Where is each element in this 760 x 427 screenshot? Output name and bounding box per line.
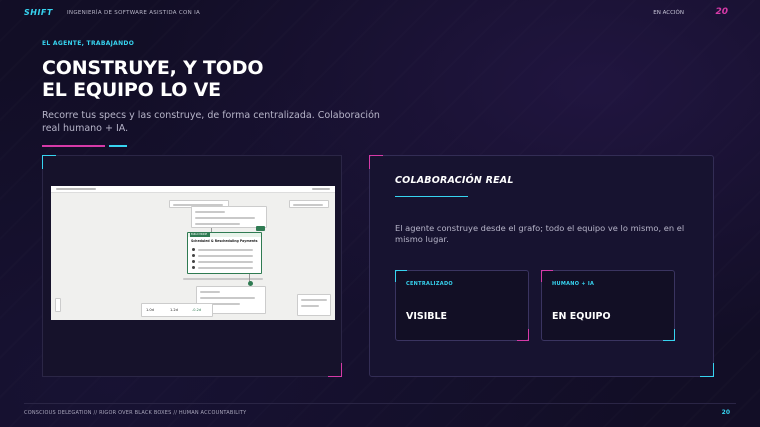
accent-bar-cyan <box>109 145 127 147</box>
task-line <box>198 267 253 269</box>
node-text-line <box>293 204 323 206</box>
corner-accent <box>369 155 383 169</box>
node-text-line <box>200 291 220 293</box>
collaboration-panel: COLABORACIÓN REAL El agente construye de… <box>369 155 714 377</box>
stat-value: -0.2d <box>192 308 202 312</box>
title-line-1: CONSTRUYE, Y TODO <box>42 57 264 79</box>
main-graph-node[interactable]: BUILD MODE Scheduled & Rescheduling Paym… <box>187 232 262 274</box>
brand-logo: SHIFT <box>24 8 53 17</box>
panel-text-line <box>301 305 319 307</box>
footer-text: CONSCIOUS DELEGATION // RIGOR OVER BLACK… <box>24 410 247 416</box>
panel-title-underline <box>395 196 468 197</box>
app-topbar <box>51 186 335 193</box>
meta-placeholder <box>312 188 330 190</box>
page-subtitle: Recorre tus specs y las construye, de fo… <box>42 110 380 134</box>
stats-card: 1.0d 1.2d -0.2d <box>141 303 213 317</box>
stat-value: 1.2d <box>170 308 178 312</box>
node-text-line <box>200 297 255 299</box>
title-line-2: EL EQUIPO LO VE <box>42 79 221 101</box>
corner-accent <box>42 155 56 169</box>
card-label: HUMANO + IA <box>552 281 595 287</box>
node-text-line <box>195 211 225 213</box>
graph-node <box>191 206 267 228</box>
corner-accent <box>517 329 529 341</box>
corner-accent <box>663 329 675 341</box>
task-line <box>198 255 253 257</box>
status-tag <box>256 226 265 231</box>
build-mode-tag: BUILD MODE <box>190 233 210 237</box>
brand-tagline: INGENIERÍA DE SOFTWARE ASISTIDA CON IA <box>67 10 201 16</box>
corner-accent <box>700 363 714 377</box>
stat-value: 1.0d <box>146 308 154 312</box>
task-dot <box>192 266 195 269</box>
node-text-line <box>195 223 240 225</box>
task-line <box>198 249 253 251</box>
mini-panel <box>297 294 331 316</box>
page-number-footer: 20 <box>721 409 730 416</box>
task-line <box>198 261 253 263</box>
accent-bar-pink <box>42 145 105 147</box>
node-text-line <box>195 217 255 219</box>
top-bar: SHIFT INGENIERÍA DE SOFTWARE ASISTIDA CO… <box>0 0 760 27</box>
breadcrumb-placeholder <box>56 188 96 190</box>
node-title: Scheduled & Rescheduling Payments <box>191 239 258 243</box>
panel-description: El agente construye desde el grafo; todo… <box>395 223 685 244</box>
panel-text-line <box>301 299 327 301</box>
footer-divider <box>24 403 736 404</box>
card-humano-ia: HUMANO + IA EN EQUIPO <box>541 270 675 341</box>
section-status: EN ACCIÓN <box>653 10 684 16</box>
card-value: EN EQUIPO <box>552 311 611 322</box>
page-number-top: 20 <box>715 7 728 17</box>
embedded-app-screenshot: BUILD MODE Scheduled & Rescheduling Paym… <box>51 186 335 320</box>
task-dot <box>192 260 195 263</box>
corner-accent <box>328 363 342 377</box>
card-centralizado: CENTRALIZADO VISIBLE <box>395 270 529 341</box>
screenshot-panel: BUILD MODE Scheduled & Rescheduling Paym… <box>42 155 342 377</box>
zoom-controls[interactable] <box>55 298 61 312</box>
eyebrow-label: EL AGENTE, TRABAJANDO <box>42 40 135 47</box>
task-dot <box>192 248 195 251</box>
page-title: CONSTRUYE, Y TODO EL EQUIPO LO VE <box>42 57 342 101</box>
task-dot <box>192 254 195 257</box>
graph-node <box>289 200 329 208</box>
panel-title: COLABORACIÓN REAL <box>395 175 514 186</box>
card-value: VISIBLE <box>406 311 448 322</box>
card-label: CENTRALIZADO <box>406 281 453 287</box>
build-mode-text: BUILD MODE <box>191 233 208 236</box>
edge-label-line <box>183 278 263 280</box>
